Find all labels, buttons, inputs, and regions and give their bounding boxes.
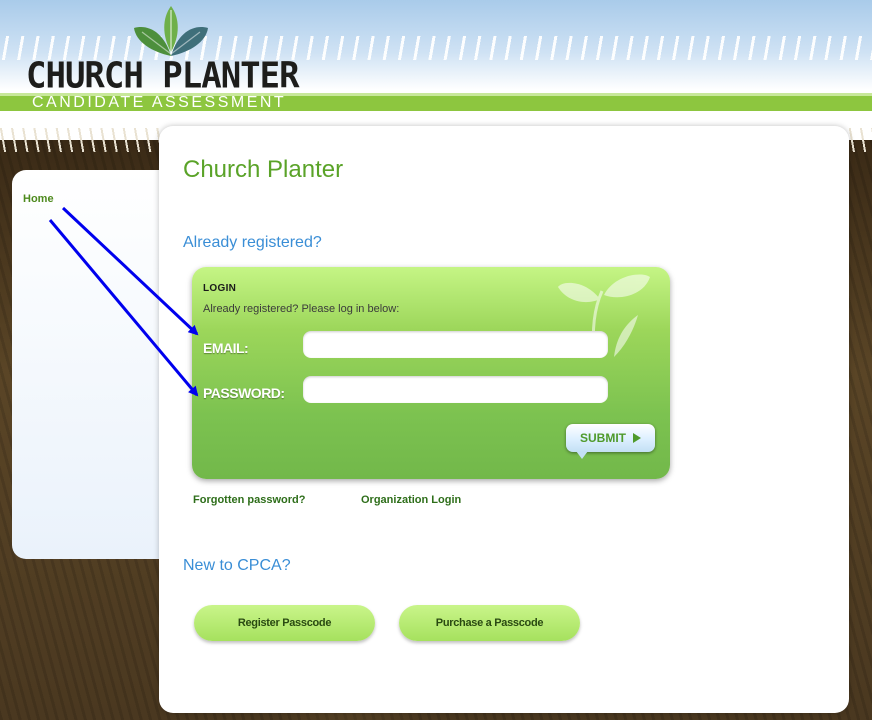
email-field[interactable] [303,331,608,358]
logo-tagline: CANDIDATE ASSESSMENT [32,94,287,111]
main-panel: Church Planter Already registered? LOGIN… [159,126,849,713]
password-label: PASSWORD: [203,385,285,401]
logo-name: CHURCH PLANTER [26,55,300,97]
sidebar-item-home[interactable]: Home [23,193,54,205]
leaf-logo-icon [134,6,208,56]
sidebar: Home [12,170,182,559]
submit-button[interactable]: SUBMIT [566,424,655,459]
forgot-password-link[interactable]: Forgotten password? [193,494,305,506]
registered-heading: Already registered? [183,234,322,251]
password-field[interactable] [303,376,608,403]
purchase-passcode-button[interactable]: Purchase a Passcode [399,605,580,641]
organization-login-link[interactable]: Organization Login [361,494,461,506]
site-logo[interactable]: CHURCH PLANTER CANDIDATE ASSESSMENT [26,6,300,112]
page-title: Church Planter [183,156,344,183]
login-title: LOGIN [203,283,237,294]
login-subtitle: Already registered? Please log in below: [203,303,400,315]
submit-label: SUBMIT [580,431,626,445]
register-passcode-button[interactable]: Register Passcode [194,605,375,641]
login-box: LOGIN Already registered? Please log in … [192,267,670,479]
new-heading: New to CPCA? [183,557,291,574]
email-label: EMAIL: [203,340,249,356]
play-arrow-icon [633,433,641,443]
